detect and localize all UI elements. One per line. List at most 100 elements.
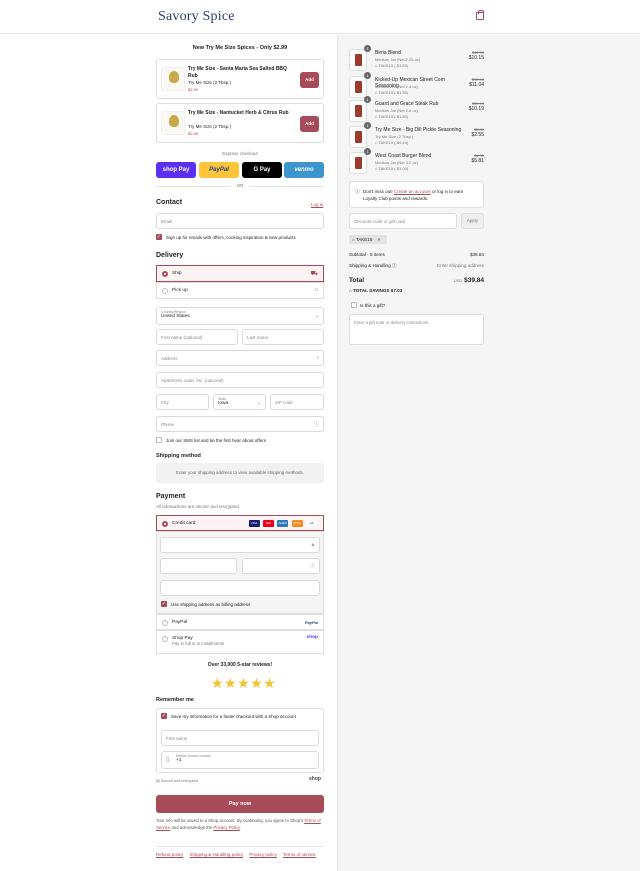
item-discount: ⌂ TAKE15 (-$1.80) xyxy=(375,63,408,68)
subtotal-value: $39.84 xyxy=(469,252,484,257)
apply-button[interactable]: Apply xyxy=(461,213,484,229)
expiry-field[interactable] xyxy=(160,558,237,574)
total-row: Total USD $39.84 xyxy=(349,277,484,284)
header: Savory Spice xyxy=(0,0,640,34)
discount-code-input[interactable]: Discount code or gift card xyxy=(349,213,457,229)
credit-card-option[interactable]: Credit card VISA MC AMEX DISC +8 xyxy=(156,515,324,531)
item-size: Medium Jar (Net 2.25 oz) xyxy=(375,57,421,62)
card-logos: VISA MC AMEX DISC +8 xyxy=(247,520,317,527)
security-code-field[interactable]: ⓘ xyxy=(242,558,320,574)
pickup-option[interactable]: Pick up ⌂ xyxy=(156,282,324,299)
phone-field[interactable]: Phone ⓘ xyxy=(156,416,324,432)
lock-icon: 🔒︎ xyxy=(311,542,314,547)
ship-label: Ship xyxy=(172,271,182,276)
country-select[interactable]: Country/Region United States ⌄ xyxy=(156,307,324,325)
credit-card-label: Credit card xyxy=(172,521,196,526)
shipping-method-heading: Shipping method xyxy=(156,453,201,459)
visa-icon: VISA xyxy=(248,520,260,527)
discount-tag-label: TAKE15 xyxy=(355,237,373,242)
first-name-field[interactable]: First name (optional) xyxy=(156,329,238,345)
currency: USD xyxy=(453,278,463,283)
city-field[interactable]: City xyxy=(156,394,209,410)
remember-first-name-field[interactable]: First name xyxy=(161,730,319,746)
remove-discount-icon[interactable]: × xyxy=(378,237,381,242)
store-icon: ⌂ xyxy=(314,287,318,293)
subtotal-label: Subtotal · 5 items xyxy=(349,252,385,257)
shipping-policy-link[interactable]: Shipping & Handling policy xyxy=(190,852,244,857)
ship-option[interactable]: Ship ⛟ xyxy=(156,265,324,282)
or-divider: OR xyxy=(156,183,324,188)
mobile-phone-field[interactable]: ▯ Mobile phone number +1 xyxy=(161,751,319,769)
upsell-title: New Try Me Size Spices - Only $2.99 xyxy=(192,45,288,51)
gift-note-textarea[interactable]: Enter a gift note or delivery instructio… xyxy=(349,314,484,345)
terms-of-service-link[interactable]: Terms of service xyxy=(283,852,316,857)
info-icon: ⓘ xyxy=(355,189,360,194)
cart-icon[interactable] xyxy=(476,10,484,20)
legal-middle: and acknowledge the xyxy=(171,824,213,830)
create-account-link[interactable]: Create an account xyxy=(394,189,431,194)
phone-placeholder: Phone xyxy=(161,422,175,427)
product-image xyxy=(161,111,185,135)
venmo-button[interactable]: venmo xyxy=(284,162,324,178)
sms-checkbox[interactable] xyxy=(156,437,162,443)
chevron-down-icon: ⌄ xyxy=(315,313,319,318)
upsell-product-name: Try Me Size - Santa Maria Sea Salted BBQ… xyxy=(188,66,287,79)
upsell-card: Try Me Size - Santa Maria Sea Salted BBQ… xyxy=(156,59,324,99)
legal-end: . xyxy=(239,824,241,830)
total-label: Total xyxy=(349,277,365,284)
address-field[interactable]: Address ⌕ xyxy=(156,350,324,366)
upsell-product-size: Try Me Size (2 Tbsp.) xyxy=(188,124,232,129)
paypal-button[interactable]: PayPal xyxy=(199,162,239,178)
privacy-link[interactable]: Privacy Policy xyxy=(213,825,239,830)
name-on-card-field[interactable] xyxy=(160,580,320,596)
login-link[interactable]: Log in xyxy=(311,202,323,207)
paypal-radio[interactable] xyxy=(162,620,168,626)
help-icon[interactable]: ⓘ xyxy=(311,563,316,569)
add-upsell-button[interactable]: Add xyxy=(300,72,319,88)
shop-pay-subtitle: Pay in full or in installments xyxy=(172,641,225,646)
credit-card-radio[interactable] xyxy=(162,521,168,527)
item-price: $5.81 xyxy=(471,158,484,164)
state-select[interactable]: State Iowa ⌄ xyxy=(213,394,266,410)
apartment-field[interactable]: Apartment, suite, etc. (optional) xyxy=(156,372,324,388)
last-name-field[interactable]: Last name xyxy=(242,329,324,345)
help-icon[interactable]: ⓘ xyxy=(315,421,320,427)
help-icon[interactable]: ⓘ xyxy=(392,263,397,268)
item-price: $10.15 xyxy=(468,55,484,61)
payment-subtitle: All transactions are secure and encrypte… xyxy=(156,504,241,509)
card-number-field[interactable]: 🔒︎ xyxy=(160,537,320,553)
item-name: Guard and Grace Steak Rub xyxy=(375,101,439,107)
legal-line: Your info will be saved to a Shop accoun… xyxy=(156,818,304,823)
payment-heading: Payment xyxy=(156,493,186,500)
privacy-policy-link[interactable]: Privacy policy xyxy=(249,852,277,857)
item-discount-code: TAKE15 (-$1.95) xyxy=(378,90,409,95)
contact-heading: Contact xyxy=(156,199,183,206)
star-rating-icon: ★★★★★ xyxy=(211,675,277,691)
email-field[interactable]: Email xyxy=(156,213,324,229)
ship-radio[interactable] xyxy=(162,271,168,277)
google-pay-button[interactable]: G Pay xyxy=(242,162,282,178)
refund-policy-link[interactable]: Refund policy xyxy=(156,852,183,857)
pay-now-button[interactable]: Pay now xyxy=(156,795,324,813)
remember-me-heading: Remember me xyxy=(156,697,194,703)
paypal-label: PayPal xyxy=(172,620,188,625)
shop-pay-button[interactable]: shop Pay xyxy=(156,162,196,178)
save-info-checkbox[interactable] xyxy=(161,713,167,719)
product-thumbnail xyxy=(349,49,367,71)
shipping-notice: Enter your shipping address to view avai… xyxy=(156,463,324,483)
save-info-label: Save my information for a faster checkou… xyxy=(171,714,296,719)
quantity-badge: 1 xyxy=(364,45,371,52)
brand-logo[interactable]: Savory Spice xyxy=(158,9,235,25)
paypal-option[interactable]: PayPal PayPal xyxy=(156,614,324,630)
billing-checkbox[interactable] xyxy=(161,601,167,607)
item-name: West Coast Burger Blend xyxy=(375,153,432,159)
product-thumbnail xyxy=(349,76,367,98)
add-upsell-button[interactable]: Add xyxy=(300,116,319,132)
footer-links: Refund policy Shipping & Handling policy… xyxy=(156,852,321,857)
shop-pay-radio[interactable] xyxy=(162,636,168,642)
gift-checkbox[interactable] xyxy=(351,302,357,308)
pickup-radio[interactable] xyxy=(162,288,168,294)
shop-pay-option[interactable]: Shop Pay Pay in full or in installments … xyxy=(156,630,324,654)
email-signup-checkbox[interactable] xyxy=(156,234,162,240)
zip-field[interactable]: ZIP code xyxy=(270,394,324,410)
